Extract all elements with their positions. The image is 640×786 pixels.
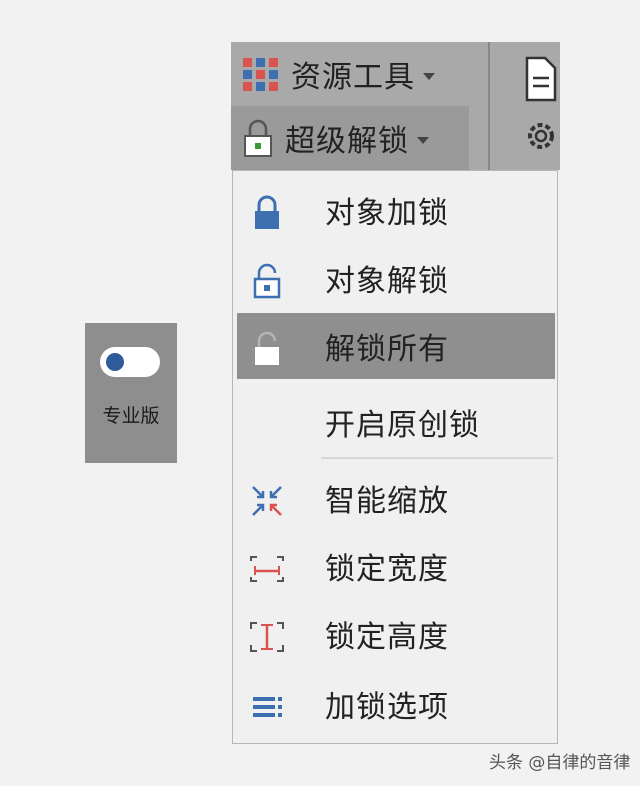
- toggle-knob: [106, 353, 124, 371]
- pro-version-label: 专业版: [102, 405, 160, 427]
- chevron-down-icon: [417, 136, 429, 144]
- menu-item-enable-original-lock[interactable]: 开启原创锁: [237, 389, 555, 455]
- resource-tools-button[interactable]: 资源工具: [241, 46, 435, 102]
- pro-version-toggle[interactable]: [100, 347, 160, 377]
- menu-separator: [321, 457, 553, 459]
- watermark-text: 头条 @自律的音律: [489, 753, 631, 773]
- lock-closed-icon: [255, 195, 279, 229]
- ribbon-divider: [488, 42, 490, 170]
- menu-item-label: 加锁选项: [325, 690, 449, 725]
- menu-item-label: 智能缩放: [325, 484, 449, 519]
- menu-item-unlock-all[interactable]: 解锁所有: [237, 313, 555, 379]
- super-unlock-menu: 对象加锁 对象解锁 解锁所有 开启原创锁 智能缩放 锁定宽度 锁定高度 加锁选项: [232, 170, 558, 744]
- super-unlock-label: 超级解锁: [285, 124, 409, 159]
- lock-options-icon: [253, 697, 282, 717]
- menu-item-label: 对象解锁: [325, 264, 449, 299]
- ribbon-overflow-icons: [521, 42, 560, 170]
- ribbon-toolbar: 资源工具 超级解锁: [231, 42, 560, 170]
- smart-zoom-icon: [252, 486, 282, 516]
- menu-item-label: 对象加锁: [325, 196, 449, 231]
- grid-icon: [243, 58, 278, 91]
- chevron-down-icon: [423, 72, 435, 80]
- super-unlock-button[interactable]: 超级解锁: [231, 106, 469, 170]
- document-icon[interactable]: [521, 54, 560, 104]
- menu-item-lock-width[interactable]: 锁定宽度: [237, 533, 555, 599]
- padlock-icon: [244, 119, 272, 157]
- menu-item-unlock-object[interactable]: 对象解锁: [237, 245, 555, 311]
- menu-item-lock-options[interactable]: 加锁选项: [237, 671, 555, 737]
- lock-open-icon: [253, 263, 281, 299]
- menu-item-label: 锁定高度: [325, 620, 449, 655]
- menu-item-label: 解锁所有: [325, 332, 449, 367]
- menu-item-label: 锁定宽度: [325, 552, 449, 587]
- menu-item-smart-zoom[interactable]: 智能缩放: [237, 465, 555, 531]
- menu-item-lock-height[interactable]: 锁定高度: [237, 601, 555, 667]
- pro-version-tile[interactable]: 专业版: [85, 323, 177, 463]
- lock-height-icon: [250, 622, 284, 652]
- screen: 专业版 资源工具 超级解锁 对象加锁 对象解锁 解锁所有 开启原创锁 智能缩放 …: [0, 0, 640, 786]
- menu-item-label: 开启原创锁: [325, 408, 480, 443]
- resource-tools-label: 资源工具: [291, 60, 415, 95]
- gear-icon[interactable]: [523, 114, 560, 158]
- menu-item-lock-object[interactable]: 对象加锁: [237, 177, 555, 243]
- lock-open-white-icon: [255, 331, 279, 365]
- lock-width-icon: [250, 556, 284, 582]
